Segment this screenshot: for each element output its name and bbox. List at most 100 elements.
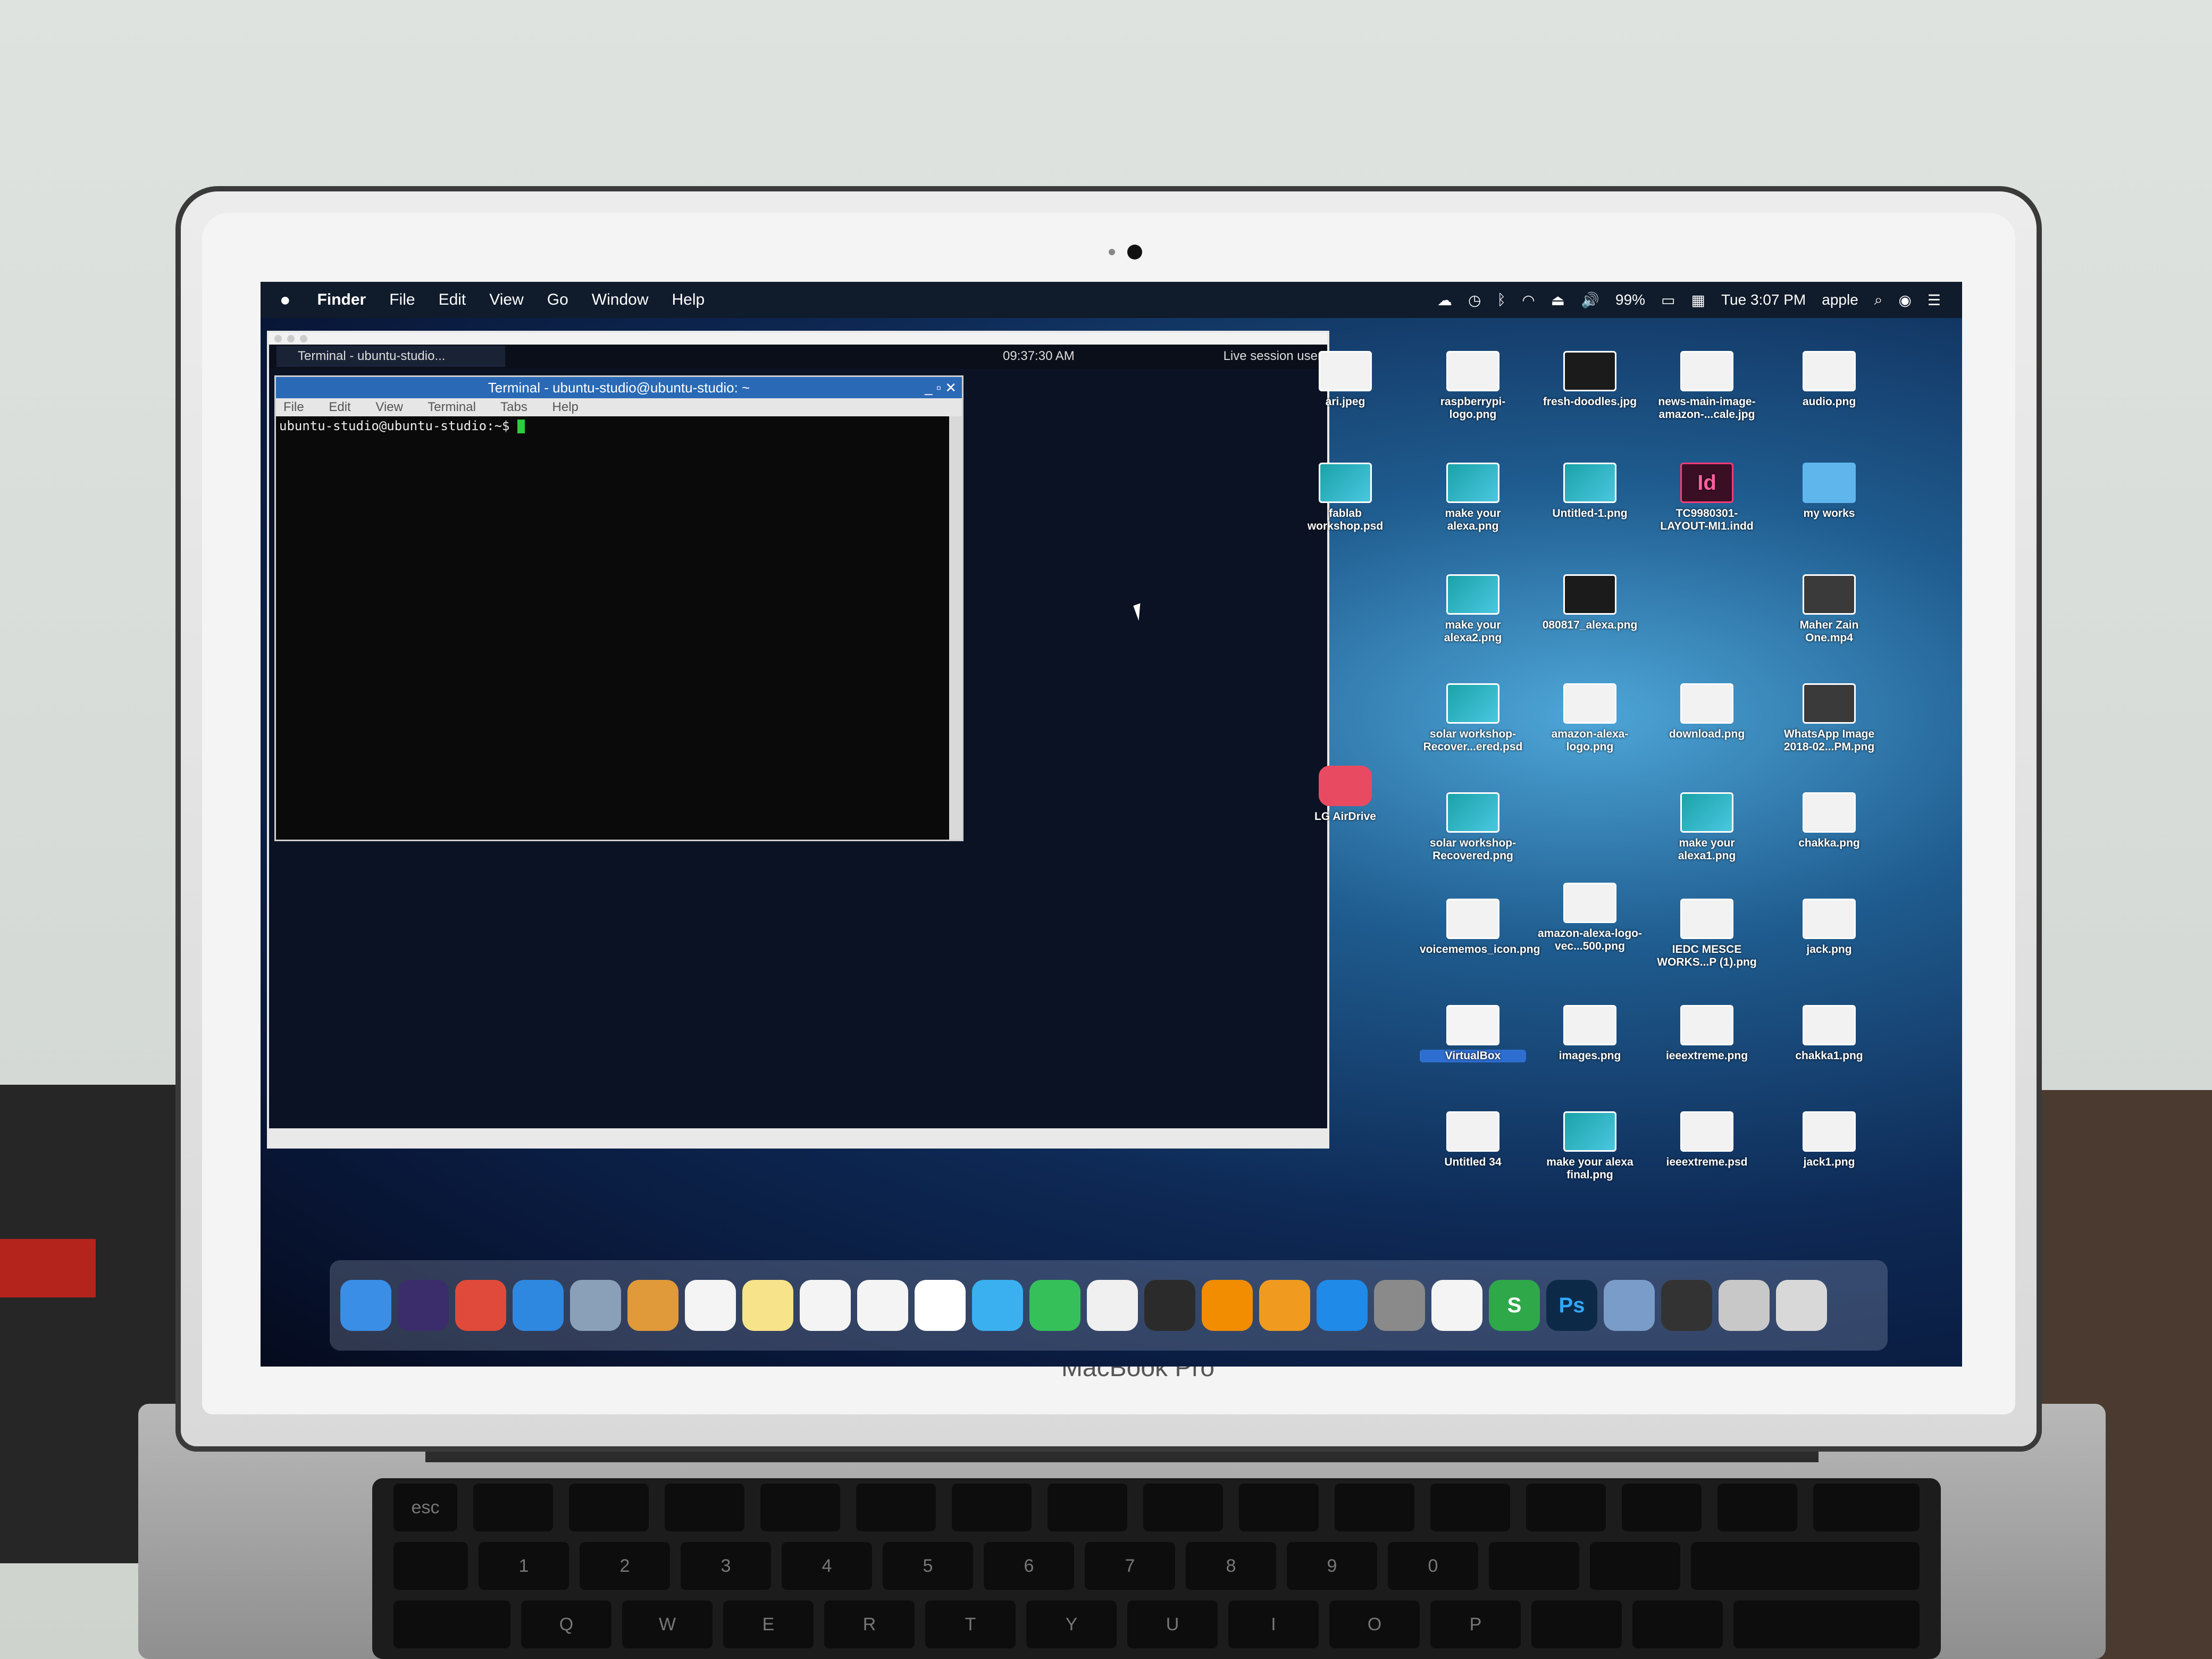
desktop-icon[interactable]: solar workshop-Recover...ered.psd xyxy=(1420,683,1526,753)
menu-edit[interactable]: Edit xyxy=(439,291,466,309)
chrome-icon[interactable] xyxy=(455,1280,506,1331)
desktop-icon[interactable]: news-main-image-amazon-...cale.jpg xyxy=(1654,351,1760,421)
terminal-menu-file[interactable]: File xyxy=(283,400,304,414)
desktop-icon[interactable]: Untitled 34 xyxy=(1420,1111,1526,1169)
notification-center-icon[interactable]: ☰ xyxy=(1928,291,1941,309)
terminal-menu-view[interactable]: View xyxy=(375,400,403,414)
desktop-icon[interactable]: amazon-alexa-logo.png xyxy=(1537,683,1643,753)
desktop-icon[interactable]: chakka1.png xyxy=(1776,1005,1882,1062)
desktop-icon-label: chakka1.png xyxy=(1795,1050,1863,1062)
virtualbox-icon[interactable] xyxy=(1604,1280,1655,1331)
clock[interactable]: Tue 3:07 PM xyxy=(1721,291,1806,308)
desktop-icon[interactable]: ieeextreme.png xyxy=(1654,1005,1760,1062)
appstore-icon[interactable] xyxy=(1317,1280,1368,1331)
menu-finder[interactable]: Finder xyxy=(317,291,366,309)
trash-icon[interactable] xyxy=(1776,1280,1827,1331)
desktop-icon[interactable]: VirtualBox xyxy=(1420,1005,1526,1062)
desktop-icon[interactable]: jack1.png xyxy=(1776,1111,1882,1169)
textedit-icon[interactable] xyxy=(800,1280,851,1331)
desktop-icon[interactable]: raspberrypi-logo.png xyxy=(1420,351,1526,421)
terminal-menu-tabs[interactable]: Tabs xyxy=(500,400,527,414)
desktop-icon[interactable]: voicememos_icon.png xyxy=(1420,899,1540,956)
desktop-icon[interactable]: download.png xyxy=(1654,683,1760,741)
desktop-icon[interactable]: images.png xyxy=(1537,1005,1643,1062)
battery-percent[interactable]: 99% xyxy=(1615,291,1645,308)
desktop-icon[interactable]: fablab workshop.psd xyxy=(1292,463,1398,533)
terminal-menu-terminal[interactable]: Terminal xyxy=(428,400,476,414)
cloud-icon[interactable]: ☁ xyxy=(1437,291,1452,309)
desktop-icon[interactable]: ieeextreme.psd xyxy=(1654,1111,1760,1169)
bluetooth-icon[interactable]: ᛒ xyxy=(1497,291,1506,308)
wifi-icon[interactable]: ◠ xyxy=(1522,291,1535,309)
messages-icon[interactable] xyxy=(972,1280,1023,1331)
flag-icon[interactable]: ▦ xyxy=(1691,291,1705,309)
desktop-icon[interactable]: LG AirDrive xyxy=(1292,766,1398,823)
document-icon[interactable] xyxy=(1431,1280,1482,1331)
taskbar-terminal-item[interactable]: Terminal - ubuntu-studio... xyxy=(276,346,505,367)
zoom-icon[interactable] xyxy=(300,335,307,342)
photos-icon[interactable] xyxy=(915,1280,966,1331)
desktop-icon[interactable]: my works xyxy=(1776,463,1882,520)
desktop-icon[interactable]: make your alexa1.png xyxy=(1654,792,1760,862)
eject-icon[interactable]: ⏏ xyxy=(1551,291,1565,309)
desktop-icon[interactable]: fresh-doodles.jpg xyxy=(1537,351,1643,408)
desktop-icon[interactable]: make your alexa2.png xyxy=(1420,574,1526,644)
minimize-icon[interactable] xyxy=(287,335,295,342)
terminal-scrollbar[interactable] xyxy=(949,416,962,840)
itunes-icon[interactable] xyxy=(1087,1280,1138,1331)
system-preferences-icon[interactable] xyxy=(1374,1280,1425,1331)
menu-file[interactable]: File xyxy=(389,291,415,309)
desktop-icon[interactable]: WhatsApp Image 2018-02...PM.png xyxy=(1776,683,1882,753)
close-icon[interactable] xyxy=(274,335,282,342)
desktop-icon[interactable]: make your alexa final.png xyxy=(1537,1111,1643,1182)
menu-go[interactable]: Go xyxy=(547,291,568,309)
siri-menu-icon[interactable]: ◉ xyxy=(1898,291,1911,309)
terminal-menu-help[interactable]: Help xyxy=(552,400,579,414)
menu-help[interactable]: Help xyxy=(672,291,705,309)
vm-title-bar[interactable] xyxy=(269,333,1327,345)
menu-window[interactable]: Window xyxy=(592,291,649,309)
notes-icon[interactable] xyxy=(627,1280,678,1331)
desktop-icon[interactable]: IEDC MESCE WORKS...P (1).png xyxy=(1654,899,1760,969)
vlc-icon[interactable] xyxy=(1202,1280,1253,1331)
desktop-icon[interactable]: amazon-alexa-logo-vec...500.png xyxy=(1537,883,1643,953)
siri-icon[interactable] xyxy=(398,1280,449,1331)
desktop-icon[interactable]: make your alexa.png xyxy=(1420,463,1526,533)
photoshop-icon[interactable]: Ps xyxy=(1546,1280,1597,1331)
desktop-icon[interactable]: 080817_alexa.png xyxy=(1537,574,1643,632)
pages-icon[interactable] xyxy=(857,1280,908,1331)
panel-clock[interactable]: 09:37:30 AM xyxy=(1003,349,1075,364)
search-icon[interactable]: ⌕ xyxy=(1874,291,1883,309)
user-name[interactable]: apple xyxy=(1822,291,1858,308)
facetime-icon[interactable] xyxy=(1029,1280,1080,1331)
desktop-icon[interactable]: Maher Zain One.mp4 xyxy=(1776,574,1882,644)
desktop-icon[interactable]: ari.jpeg xyxy=(1292,351,1398,408)
downloads-icon[interactable] xyxy=(1719,1280,1770,1331)
quicktime-icon[interactable] xyxy=(1144,1280,1195,1331)
desktop-icon[interactable]: jack.png xyxy=(1776,899,1882,956)
menu-view[interactable]: View xyxy=(489,291,523,309)
desktop-icon[interactable]: chakka.png xyxy=(1776,792,1882,850)
time-machine-icon[interactable]: ◷ xyxy=(1468,291,1481,309)
desktop-icon[interactable]: Untitled-1.png xyxy=(1537,463,1643,520)
virtualbox-window[interactable]: Terminal - ubuntu-studio... 09:37:30 AM … xyxy=(267,331,1329,1149)
desktop-icon[interactable]: Id TC9980301-LAYOUT-MI1.indd xyxy=(1654,463,1760,533)
terminal-window[interactable]: Terminal - ubuntu-studio@ubuntu-studio: … xyxy=(274,375,963,841)
terminal-title-bar[interactable]: Terminal - ubuntu-studio@ubuntu-studio: … xyxy=(276,377,962,398)
window-controls-icon[interactable]: _ ▫ ✕ xyxy=(925,377,957,398)
display-icon[interactable] xyxy=(1661,1280,1712,1331)
volume-icon[interactable]: 🔊 xyxy=(1581,291,1599,309)
apple-menu-icon[interactable]: ● xyxy=(280,290,291,311)
battery-icon[interactable]: ▭ xyxy=(1661,291,1675,309)
terminal-body[interactable]: ubuntu-studio@ubuntu-studio:~$ xyxy=(276,416,962,840)
ibooks-icon[interactable] xyxy=(1259,1280,1310,1331)
calendar-icon[interactable] xyxy=(685,1280,736,1331)
terminal-menu-edit[interactable]: Edit xyxy=(329,400,350,414)
desktop-icon[interactable]: solar workshop-Recovered.png xyxy=(1420,792,1526,862)
finder-icon[interactable] xyxy=(340,1280,391,1331)
preview-icon[interactable] xyxy=(570,1280,621,1331)
desktop-icon[interactable]: audio.png xyxy=(1776,351,1882,408)
stickies-icon[interactable] xyxy=(742,1280,793,1331)
numbers-icon[interactable]: S xyxy=(1489,1280,1540,1331)
safari-icon[interactable] xyxy=(513,1280,564,1331)
